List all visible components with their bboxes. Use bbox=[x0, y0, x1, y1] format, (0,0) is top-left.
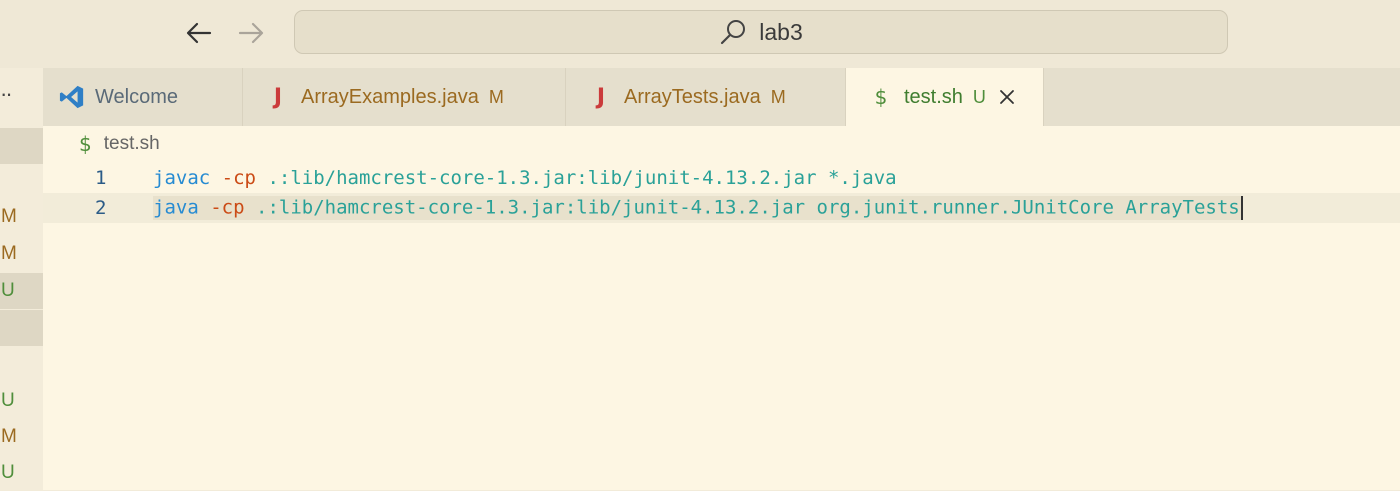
tab-welcome[interactable]: Welcome bbox=[43, 68, 243, 126]
explorer-row[interactable]: U bbox=[0, 455, 43, 491]
explorer-row[interactable] bbox=[0, 310, 43, 346]
code-editor[interactable]: $ test.sh 1 javac -cp .:lib/hamcrest-cor… bbox=[43, 126, 1400, 490]
git-status-badge: M bbox=[1, 243, 17, 264]
tab-arrayexamples[interactable]: J ArrayExamples.java M bbox=[243, 68, 566, 126]
git-status-badge: U bbox=[1, 462, 15, 483]
tab-label: ArrayExamples.java bbox=[301, 85, 479, 108]
tab-test-sh[interactable]: $ test.sh U bbox=[846, 68, 1044, 126]
search-icon bbox=[721, 20, 746, 45]
code-line[interactable]: 1 javac -cp .:lib/hamcrest-core-1.3.jar:… bbox=[43, 163, 1400, 193]
shell-file-icon: $ bbox=[874, 85, 888, 109]
code-text: javac -cp .:lib/hamcrest-core-1.3.jar:li… bbox=[153, 167, 897, 189]
git-status-badge: U bbox=[972, 86, 986, 107]
tab-label: Welcome bbox=[95, 85, 178, 108]
code-flag: -cp bbox=[221, 167, 256, 189]
vscode-logo-icon bbox=[59, 83, 85, 111]
arrow-left-icon bbox=[186, 22, 212, 44]
explorer-row[interactable]: M bbox=[0, 236, 43, 272]
editor-tab-bar: Welcome J ArrayExamples.java M J ArrayTe… bbox=[43, 68, 1400, 126]
java-file-icon: J bbox=[273, 84, 283, 110]
explorer-row[interactable]: M bbox=[0, 419, 43, 455]
text-cursor bbox=[1240, 196, 1243, 220]
explorer-row[interactable]: U bbox=[0, 273, 43, 309]
code-arguments: .:lib/hamcrest-core-1.3.jar:lib/junit-4.… bbox=[267, 167, 897, 189]
breadcrumb: $ test.sh bbox=[79, 132, 160, 156]
explorer-row[interactable]: M bbox=[0, 199, 43, 235]
shell-file-icon: $ bbox=[79, 132, 92, 156]
code-line-current[interactable]: 2 java -cp .:lib/hamcrest-core-1.3.jar:l… bbox=[43, 193, 1400, 223]
more-actions-icon[interactable]: ·· bbox=[0, 83, 13, 105]
explorer-row[interactable]: U bbox=[0, 383, 43, 419]
code-command: javac bbox=[153, 167, 211, 189]
code-arguments: .:lib/hamcrest-core-1.3.jar:lib/junit-4.… bbox=[256, 196, 1240, 219]
explorer-sidebar: ·· M M U U M U bbox=[0, 68, 43, 490]
command-center-search[interactable]: lab3 bbox=[294, 10, 1228, 54]
git-status-badge: M bbox=[1, 206, 17, 227]
line-number: 1 bbox=[95, 167, 107, 189]
breadcrumb-file[interactable]: test.sh bbox=[104, 133, 160, 155]
git-status-badge: M bbox=[1, 426, 17, 447]
tab-label: ArrayTests.java bbox=[624, 85, 761, 108]
code-text: java -cp .:lib/hamcrest-core-1.3.jar:lib… bbox=[153, 196, 1243, 220]
git-status-badge: U bbox=[1, 280, 15, 301]
arrow-right-icon bbox=[238, 22, 264, 44]
tab-arraytests[interactable]: J ArrayTests.java M bbox=[566, 68, 846, 126]
code-command: java bbox=[153, 196, 199, 219]
forward-button[interactable] bbox=[236, 18, 266, 48]
code-flag: -cp bbox=[210, 196, 245, 219]
git-status-badge: U bbox=[1, 390, 15, 411]
close-icon bbox=[1000, 90, 1014, 104]
git-status-badge: M bbox=[488, 86, 504, 107]
back-button[interactable] bbox=[184, 18, 214, 48]
search-text: lab3 bbox=[759, 18, 803, 45]
tab-label: test.sh bbox=[904, 85, 963, 108]
line-number: 2 bbox=[95, 197, 107, 219]
java-file-icon: J bbox=[596, 84, 606, 110]
title-bar: lab3 bbox=[0, 0, 1400, 68]
git-status-badge: M bbox=[770, 86, 786, 107]
close-tab-button[interactable] bbox=[998, 88, 1016, 106]
explorer-row[interactable] bbox=[0, 128, 43, 164]
